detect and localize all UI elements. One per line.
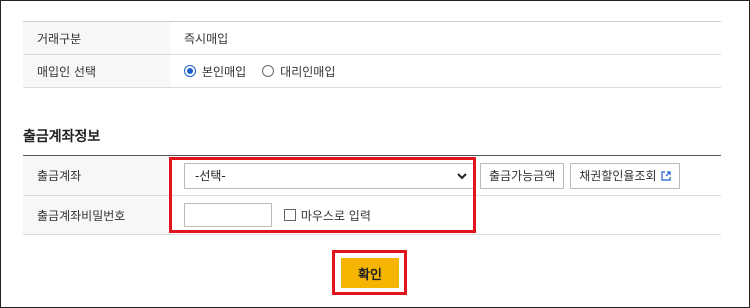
trade-type-row: 거래구분 즉시매입 — [23, 21, 721, 55]
confirm-button[interactable]: 확인 — [341, 258, 399, 288]
external-link-icon — [660, 170, 671, 181]
purchaser-label: 매입인 선택 — [23, 54, 170, 88]
account-select[interactable]: -선택- — [184, 162, 474, 189]
account-label: 출금계좌 — [23, 155, 170, 196]
purchaser-row: 매입인 선택 본인매입 대리인매입 — [23, 54, 721, 88]
mouse-input-checkbox[interactable]: 마우스로 입력 — [283, 207, 371, 224]
trade-type-label: 거래구분 — [23, 21, 170, 55]
password-label: 출금계좌비밀번호 — [23, 195, 170, 235]
mouse-input-label: 마우스로 입력 — [300, 208, 371, 223]
account-select-value: -선택- — [195, 169, 226, 183]
radio-unchecked-icon[interactable] — [262, 65, 275, 77]
radio-checked-icon[interactable] — [184, 65, 196, 77]
bond-discount-rate-label: 채권할인율조회 — [579, 169, 657, 183]
chevron-down-icon — [457, 169, 467, 183]
trade-type-value: 즉시매입 — [170, 21, 721, 55]
password-row: 출금계좌비밀번호 마우스로 입력 — [23, 195, 721, 235]
bond-discount-rate-button[interactable]: 채권할인율조회 — [570, 162, 680, 189]
account-row: 출금계좌 -선택- 출금가능금액 채권할인율조회 — [23, 155, 721, 196]
available-amount-button[interactable]: 출금가능금액 — [480, 162, 565, 189]
section-title: 출금계좌정보 — [23, 129, 101, 145]
radio-self-purchase[interactable]: 본인매입 — [184, 63, 246, 80]
trade-info-table: 거래구분 즉시매입 매입인 선택 본인매입 대리인매입 — [23, 21, 721, 88]
account-password-input[interactable] — [184, 203, 272, 227]
checkbox-icon[interactable] — [283, 209, 296, 221]
radio-agent-purchase-label: 대리인매입 — [280, 64, 336, 79]
radio-self-purchase-label: 본인매입 — [202, 64, 247, 79]
radio-agent-purchase[interactable]: 대리인매입 — [262, 63, 335, 80]
purchaser-radio-group: 본인매입 대리인매입 — [184, 63, 721, 80]
account-info-table: 출금계좌 -선택- 출금가능금액 채권할인율조회 출금계좌비밀번호 마우스로 입력 — [23, 155, 721, 235]
